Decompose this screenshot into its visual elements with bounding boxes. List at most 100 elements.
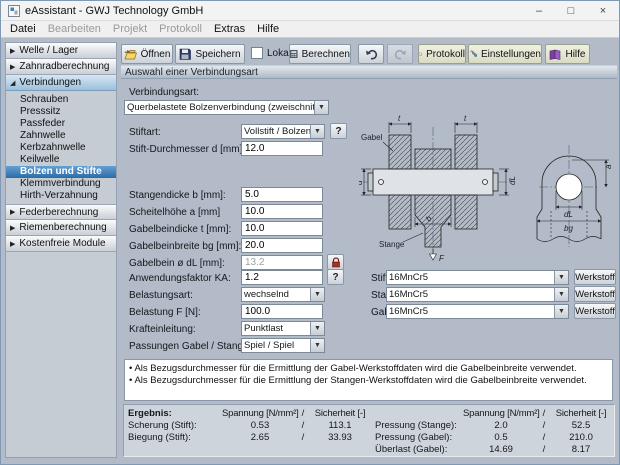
sidebar-item-klemmverbindung[interactable]: Klemmverbindung bbox=[6, 178, 116, 190]
results-right-block: Spannung [N/mm²] / Sicherheit [-] Pressu… bbox=[375, 408, 613, 456]
note-line: • Als Bezugsdurchmesser für die Ermittlu… bbox=[129, 363, 608, 375]
protocol-button[interactable]: Protokoll bbox=[418, 44, 466, 64]
chevron-down-icon[interactable]: ▼ bbox=[554, 305, 568, 318]
werkstoff-stift-button[interactable]: Werkstoff bbox=[574, 269, 616, 285]
anwendungsfaktor-label: Anwendungsfaktor KA: bbox=[129, 273, 231, 284]
anwendungsfaktor-help-button[interactable]: ? bbox=[327, 269, 344, 285]
open-button-label: Öffnen bbox=[141, 49, 171, 60]
expanded-arrow-icon: ◢ bbox=[10, 79, 15, 87]
save-disk-icon bbox=[179, 48, 191, 60]
sidebar-label: Welle / Lager bbox=[19, 45, 78, 56]
protocol-document-icon bbox=[419, 48, 422, 60]
sidebar-item-presssitz[interactable]: Presssitz bbox=[6, 106, 116, 118]
sidebar-item-keilwelle[interactable]: Keilwelle bbox=[6, 154, 116, 166]
sidebar-item-schrauben[interactable]: Schrauben bbox=[6, 94, 116, 106]
result-row-label: Überlast (Gabel): bbox=[375, 444, 463, 456]
gabelbeindicke-input[interactable] bbox=[241, 221, 323, 236]
krafteinleitung-dropdown[interactable]: Punktlast ▼ bbox=[241, 321, 325, 336]
sidebar-label: Riemenberechnung bbox=[19, 222, 106, 233]
results-title: Ergebnis: bbox=[128, 408, 222, 420]
belastungsart-dropdown[interactable]: wechselnd ▼ bbox=[241, 287, 325, 302]
results-slash: / bbox=[539, 432, 549, 444]
results-slash: / bbox=[539, 444, 549, 456]
chevron-down-icon[interactable]: ▼ bbox=[314, 101, 328, 114]
sidebar-item-riemenberechnung[interactable]: ▶ Riemenberechnung bbox=[6, 220, 116, 236]
gabelbeinbreite-input[interactable] bbox=[241, 238, 323, 253]
sidebar-item-zahnradberechnung[interactable]: ▶ Zahnradberechnung bbox=[6, 59, 116, 75]
calculator-icon bbox=[290, 48, 298, 60]
stangendicke-input[interactable] bbox=[241, 187, 323, 202]
results-slash: / bbox=[298, 432, 308, 444]
stiftart-help-button[interactable]: ? bbox=[330, 123, 347, 139]
diagram-dim-bg: bg bbox=[564, 224, 573, 233]
sidebar-item-federberechnung[interactable]: ▶ Federberechnung bbox=[6, 204, 116, 220]
window-title: eAssistant - GWJ Technology GmbH bbox=[25, 5, 203, 17]
menu-protokoll: Protokoll bbox=[153, 22, 208, 36]
stiftart-value: Vollstift / Bolzen bbox=[242, 125, 310, 138]
sidebar-label: Kostenfreie Module bbox=[19, 238, 105, 249]
settings-button[interactable]: Einstellungen bbox=[468, 44, 542, 64]
scheitelhoehe-label: Scheitelhöhe a [mm] bbox=[129, 207, 220, 218]
lock-button[interactable] bbox=[327, 254, 344, 270]
chevron-down-icon[interactable]: ▼ bbox=[310, 322, 324, 335]
sidebar: ▶ Welle / Lager ▶ Zahnradberechnung ◢ Ve… bbox=[5, 42, 117, 458]
stiftart-dropdown[interactable]: Vollstift / Bolzen ▼ bbox=[241, 124, 325, 139]
material-gabel-dropdown[interactable]: 16MnCr5 ▼ bbox=[386, 304, 569, 319]
sidebar-item-passfeder[interactable]: Passfeder bbox=[6, 118, 116, 130]
belastung-input[interactable] bbox=[241, 304, 323, 319]
chevron-down-icon[interactable]: ▼ bbox=[310, 125, 324, 138]
diagram-dim-dl: dL bbox=[564, 210, 573, 219]
undo-button[interactable] bbox=[358, 44, 384, 64]
scheitelhoehe-input[interactable] bbox=[241, 204, 323, 219]
material-stange-dropdown[interactable]: 16MnCr5 ▼ bbox=[386, 287, 569, 302]
sidebar-item-zahnwelle[interactable]: Zahnwelle bbox=[6, 130, 116, 142]
sidebar-item-kostenfreie-module[interactable]: ▶ Kostenfreie Module bbox=[6, 236, 116, 252]
sidebar-item-welle-lager[interactable]: ▶ Welle / Lager bbox=[6, 43, 116, 59]
chevron-down-icon[interactable]: ▼ bbox=[554, 288, 568, 301]
note-line: • Als Bezugsdurchmesser für die Ermittlu… bbox=[129, 375, 608, 387]
sidebar-item-hirth-verzahnung[interactable]: Hirth-Verzahnung bbox=[6, 190, 116, 202]
results-slash: / bbox=[298, 408, 308, 420]
sidebar-item-verbindungen[interactable]: ◢ Verbindungen bbox=[6, 75, 116, 91]
anwendungsfaktor-input[interactable] bbox=[241, 270, 323, 285]
menu-datei[interactable]: Datei bbox=[4, 22, 42, 36]
settings-button-label: Einstellungen bbox=[481, 49, 541, 60]
minimize-button[interactable]: – bbox=[523, 1, 555, 21]
lokal-checkbox[interactable] bbox=[251, 47, 263, 59]
werkstoff-stange-button[interactable]: Werkstoff bbox=[574, 286, 616, 302]
werkstoff-gabel-button[interactable]: Werkstoff bbox=[574, 303, 616, 319]
sidebar-item-bolzen-und-stifte[interactable]: Bolzen und Stifte bbox=[6, 166, 116, 178]
collapsed-arrow-icon: ▶ bbox=[10, 224, 15, 232]
menu-hilfe[interactable]: Hilfe bbox=[251, 22, 285, 36]
verbindungsart-dropdown[interactable]: Querbelastete Bolzenverbindung (zweischn… bbox=[124, 100, 329, 115]
collapsed-arrow-icon: ▶ bbox=[10, 47, 15, 55]
menu-extras[interactable]: Extras bbox=[208, 22, 251, 36]
sidebar-label: Federberechnung bbox=[19, 207, 98, 218]
material-stift-dropdown[interactable]: 16MnCr5 ▼ bbox=[386, 270, 569, 285]
calculate-button[interactable]: Berechnen bbox=[289, 44, 351, 64]
sidebar-label: Verbindungen bbox=[19, 77, 81, 88]
sidebar-item-kerbzahnwelle[interactable]: Kerbzahnwelle bbox=[6, 142, 116, 154]
gabelbein-dl-input bbox=[241, 255, 323, 270]
stift-durchmesser-input[interactable] bbox=[241, 141, 323, 156]
result-row-label: Pressung (Stange): bbox=[375, 420, 463, 432]
sidebar-label: Zahnradberechnung bbox=[19, 61, 109, 72]
close-button[interactable]: × bbox=[587, 1, 619, 21]
passungen-dropdown[interactable]: Spiel / Spiel ▼ bbox=[241, 338, 325, 353]
title-bar: eAssistant - GWJ Technology GmbH – □ × bbox=[1, 1, 619, 21]
help-button[interactable]: Hilfe bbox=[545, 44, 590, 64]
chevron-down-icon[interactable]: ▼ bbox=[310, 288, 324, 301]
lokal-checkbox-group[interactable]: Lokal bbox=[251, 47, 291, 59]
chevron-down-icon[interactable]: ▼ bbox=[554, 271, 568, 284]
lokal-checkbox-label: Lokal bbox=[267, 48, 291, 59]
diagram-dim-t: t bbox=[464, 114, 467, 123]
help-button-label: Hilfe bbox=[565, 49, 585, 60]
diagram-stange-label: Stange bbox=[379, 240, 405, 249]
chevron-down-icon[interactable]: ▼ bbox=[310, 339, 324, 352]
app-icon bbox=[8, 5, 20, 17]
open-button[interactable]: Öffnen bbox=[121, 44, 173, 64]
maximize-button[interactable]: □ bbox=[555, 1, 587, 21]
save-button[interactable]: Speichern bbox=[175, 44, 245, 64]
result-value: 113.1 bbox=[308, 420, 372, 432]
belastung-label: Belastung F [N]: bbox=[129, 307, 201, 318]
